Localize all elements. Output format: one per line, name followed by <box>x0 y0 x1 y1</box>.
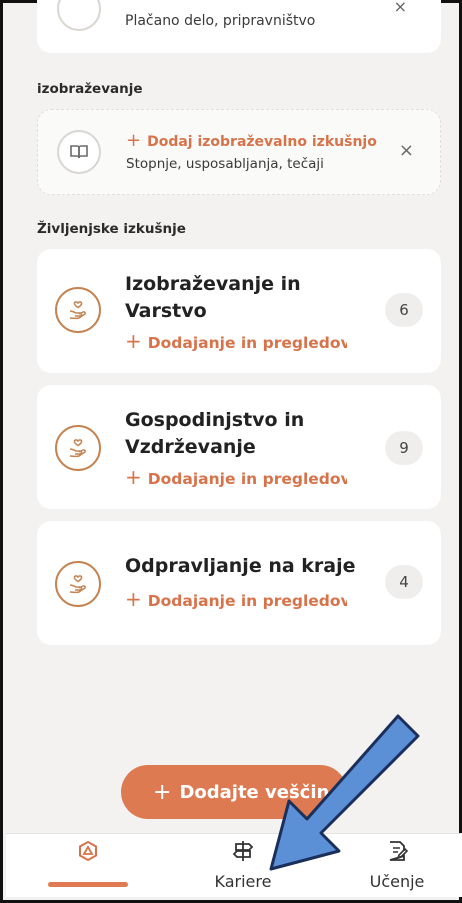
education-section-label: izobraževanje <box>37 81 143 97</box>
education-card[interactable]: + Dodaj izobraževalno izkušnjo Stopnje, u… <box>37 109 441 195</box>
star-icon <box>57 0 101 31</box>
nav-careers[interactable]: Kariere <box>188 840 298 891</box>
experience-card[interactable]: Gospodinjstvo in Vzdrževanje + Dodajanje i… <box>37 385 441 509</box>
experience-card[interactable]: Odpravljanje na kraje + Dodajanje in preg… <box>37 521 441 645</box>
add-review-link[interactable]: + Dodajanje in pregledov <box>125 587 347 611</box>
add-review-link[interactable]: + Dodajanje in pregledov <box>125 465 347 489</box>
count-badge: 4 <box>385 565 423 599</box>
add-skills-button[interactable]: + Dodajte veščin <box>121 765 347 819</box>
work-experience-card[interactable]: Plačano delo, pripravništvo × <box>37 0 441 53</box>
hand-heart-icon <box>55 287 101 333</box>
add-review-link[interactable]: + Dodajanje in pregledov <box>125 329 347 353</box>
active-tab-indicator <box>48 882 128 887</box>
home-icon <box>77 840 99 866</box>
close-icon[interactable]: × <box>394 0 407 16</box>
nav-careers-label: Kariere <box>214 872 272 891</box>
count-badge: 6 <box>385 293 423 327</box>
hand-heart-icon <box>55 425 101 471</box>
experience-card[interactable]: Izobraževanje in Varstvo + Dodajanje in pr… <box>37 249 441 373</box>
nav-learning[interactable]: Učenje <box>342 840 452 891</box>
close-icon[interactable]: × <box>399 140 414 161</box>
experience-title: Izobraževanje in Varstvo <box>125 273 301 322</box>
nav-home[interactable] <box>33 840 143 866</box>
nav-learning-label: Učenje <box>369 872 425 891</box>
book-icon <box>57 130 101 174</box>
document-edit-icon <box>386 841 409 866</box>
experience-title: Gospodinjstvo in Vzdrževanje <box>125 409 305 458</box>
count-badge: 9 <box>385 431 423 465</box>
screen: Plačano delo, pripravništvo × izobraževa… <box>0 0 462 903</box>
work-experience-subtitle: Plačano delo, pripravništvo <box>125 13 316 29</box>
life-experience-section-label: Življenjske izkušnje <box>37 221 186 237</box>
bottom-navigation: Kariere Učenje <box>6 833 462 897</box>
hand-heart-icon <box>55 561 101 607</box>
experience-title: Odpravljanje na kraje <box>125 555 356 577</box>
education-subtitle: Stopnje, usposabljanja, tečaji <box>126 156 324 172</box>
signpost-icon <box>231 841 255 866</box>
add-education-link[interactable]: + Dodaj izobraževalno izkušnjo <box>126 130 377 151</box>
